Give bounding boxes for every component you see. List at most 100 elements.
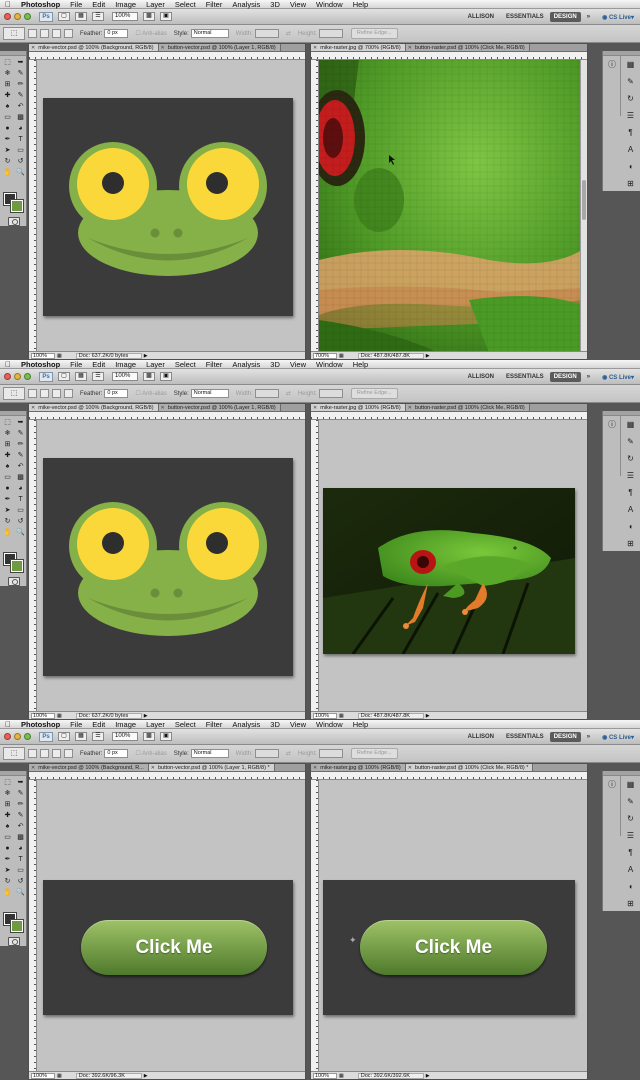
healing-tool-icon[interactable]: ✚ — [2, 91, 13, 101]
stamp-tool-icon[interactable]: ♠ — [2, 102, 13, 112]
brush-tool-icon[interactable]: ✎ — [15, 451, 26, 461]
menu-filter[interactable]: Filter — [201, 0, 228, 9]
3d-orbit-tool-icon[interactable]: ↺ — [15, 877, 26, 887]
background-color-swatch[interactable] — [11, 200, 23, 212]
paragraph-panel-icon[interactable]: ¶ — [624, 487, 638, 499]
character-panel-icon[interactable]: A — [624, 864, 638, 876]
shape-tool-icon[interactable]: ▭ — [15, 506, 26, 516]
add-selection-icon[interactable] — [40, 29, 49, 38]
subtract-selection-icon[interactable] — [52, 29, 61, 38]
lasso-tool-icon[interactable]: ❄ — [2, 789, 13, 799]
menu-3d[interactable]: 3D — [265, 720, 285, 729]
type-tool-icon[interactable]: T — [15, 495, 26, 505]
status-menu-arrow-icon[interactable]: ▶ — [144, 1073, 148, 1079]
zoom-level-dropdown[interactable]: 100% — [112, 372, 138, 381]
3d-rotate-tool-icon[interactable]: ↻ — [2, 157, 13, 167]
info-panel-icon[interactable]: ⓘ — [605, 779, 619, 791]
left-doc-tab-2[interactable]: ✕ button-vector.psd @ 100% (Layer 1, RGB/… — [158, 404, 281, 411]
hand-tool-icon[interactable]: ✋ — [2, 528, 13, 538]
stamp-tool-icon[interactable]: ♠ — [2, 462, 13, 472]
info-panel-icon[interactable]: ⓘ — [605, 419, 619, 431]
apple-icon[interactable]:  — [0, 720, 16, 729]
screen-mode-icon[interactable]: ▣ — [160, 372, 172, 381]
feather-input[interactable]: 0 px — [104, 749, 129, 758]
antialias-checkbox[interactable]: ☐ Anti-alias — [135, 390, 166, 397]
gradient-tool-icon[interactable]: ▩ — [15, 833, 26, 843]
raster-button-canvas[interactable]: Click Me ✦ — [323, 880, 575, 1015]
refine-edge-button[interactable]: Refine Edge... — [350, 748, 398, 759]
refine-edge-button[interactable]: Refine Edge... — [350, 28, 398, 39]
menu-file[interactable]: File — [65, 720, 87, 729]
status-icon[interactable]: ▦ — [57, 1073, 62, 1079]
stamp-tool-icon[interactable]: ♠ — [2, 822, 13, 832]
menu-app-name[interactable]: Photoshop — [16, 0, 65, 9]
horizontal-ruler[interactable] — [29, 772, 305, 780]
brush-presets-panel-icon[interactable]: ✎ — [624, 76, 638, 88]
marquee-tool-icon[interactable]: ⬚ — [2, 778, 13, 788]
workspace-design[interactable]: DESIGN — [549, 372, 581, 382]
status-icon[interactable]: ▦ — [57, 353, 62, 359]
shape-tool-icon[interactable]: ▭ — [15, 146, 26, 156]
pen-tool-icon[interactable]: ✒ — [2, 135, 13, 145]
crop-tool-icon[interactable]: ⊞ — [2, 80, 13, 90]
shape-tool-icon[interactable]: ▭ — [15, 866, 26, 876]
zoom-tool-icon[interactable]: 🔍 — [15, 888, 26, 898]
dodge-tool-icon[interactable]: ◕ — [15, 844, 26, 854]
status-menu-arrow-icon[interactable]: ▶ — [144, 713, 148, 719]
feather-input[interactable]: 0 px — [104, 389, 129, 398]
status-icon[interactable]: ▦ — [339, 1073, 344, 1079]
minimize-window-button[interactable] — [14, 373, 21, 380]
navigator-panel-icon[interactable]: ▦ — [624, 419, 638, 431]
add-selection-icon[interactable] — [40, 749, 49, 758]
vertical-ruler[interactable] — [29, 420, 37, 711]
color-swatches[interactable] — [4, 553, 24, 573]
scrollbar-thumb[interactable] — [582, 180, 586, 220]
menu-analysis[interactable]: Analysis — [227, 720, 265, 729]
subtract-selection-icon[interactable] — [52, 389, 61, 398]
pen-tool-icon[interactable]: ✒ — [2, 495, 13, 505]
status-icon[interactable]: ▦ — [339, 713, 344, 719]
zoom-field[interactable]: 100% — [313, 712, 337, 719]
vertical-ruler[interactable] — [311, 60, 319, 351]
close-tab-icon[interactable]: ✕ — [313, 45, 317, 51]
workspace-essentials[interactable]: ESSENTIALS — [500, 374, 550, 380]
menu-help[interactable]: Help — [348, 0, 373, 9]
history-brush-icon[interactable]: ↶ — [15, 102, 26, 112]
hand-tool-icon[interactable]: ✋ — [2, 168, 13, 178]
width-input[interactable] — [254, 749, 279, 758]
intersect-selection-icon[interactable] — [64, 29, 73, 38]
status-menu-arrow-icon[interactable]: ▶ — [426, 1073, 430, 1079]
3d-rotate-tool-icon[interactable]: ↻ — [2, 877, 13, 887]
zoom-field[interactable]: 100% — [31, 1072, 55, 1079]
quick-select-tool-icon[interactable]: ✎ — [15, 789, 26, 799]
vertical-ruler[interactable] — [311, 780, 319, 1071]
vertical-ruler[interactable] — [29, 780, 37, 1071]
antialias-checkbox[interactable]: ☐ Anti-alias — [135, 750, 166, 757]
zoom-tool-icon[interactable]: 🔍 — [15, 528, 26, 538]
character-panel-icon[interactable]: A — [624, 144, 638, 156]
menu-3d[interactable]: 3D — [265, 0, 285, 9]
pen-tool-icon[interactable]: ✒ — [2, 855, 13, 865]
menu-analysis[interactable]: Analysis — [227, 0, 265, 9]
transform-panel-icon[interactable]: ⊞ — [624, 178, 638, 190]
cs-live-button[interactable]: ◉ CS Live▾ — [596, 374, 640, 381]
swap-size-icon[interactable]: ⇄ — [286, 390, 291, 397]
zoom-level-dropdown[interactable]: 100% — [112, 12, 138, 21]
workspace-more-icon[interactable]: » — [581, 734, 596, 740]
crop-tool-icon[interactable]: ⊞ — [2, 440, 13, 450]
blur-tool-icon[interactable]: ● — [2, 484, 13, 494]
type-tool-icon[interactable]: T — [15, 135, 26, 145]
eyedropper-tool-icon[interactable]: ✏ — [15, 440, 26, 450]
info-panel-icon[interactable]: ⓘ — [605, 59, 619, 71]
close-tab-icon[interactable]: ✕ — [408, 765, 412, 771]
color-swatches[interactable] — [4, 193, 24, 213]
move-tool-icon[interactable]: ➥ — [15, 418, 26, 428]
screen-mode-icon[interactable]: ▣ — [160, 732, 172, 741]
status-icon[interactable]: ▦ — [339, 353, 344, 359]
layers-panel-icon[interactable]: ☰ — [624, 110, 638, 122]
antialias-checkbox[interactable]: ☐ Anti-alias — [135, 30, 166, 37]
zoom-level-dropdown[interactable]: 100% — [112, 732, 138, 741]
eyedropper-tool-icon[interactable]: ✏ — [15, 800, 26, 810]
menu-analysis[interactable]: Analysis — [227, 360, 265, 369]
click-me-button[interactable]: Click Me — [81, 920, 267, 975]
